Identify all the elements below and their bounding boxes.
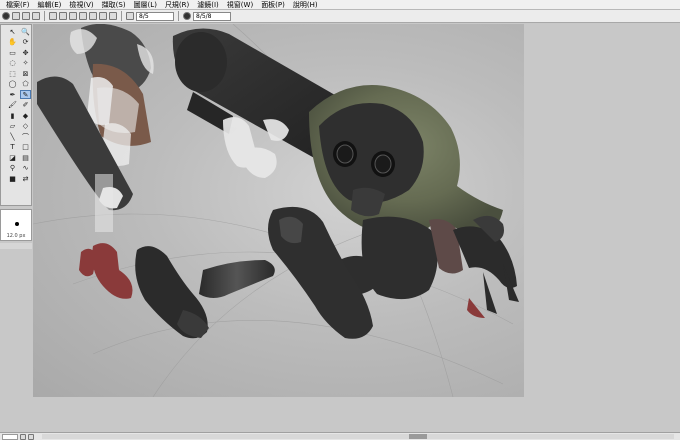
drawing-canvas[interactable] <box>33 24 524 397</box>
menu-select[interactable]: 擷取(S) <box>98 0 130 10</box>
brush-preset-icon[interactable] <box>126 12 134 20</box>
menu-help[interactable]: 說明(H) <box>289 0 322 10</box>
menu-ruler[interactable]: 尺規(R) <box>161 0 193 10</box>
pen-icon[interactable]: ✒ <box>7 90 18 99</box>
horizontal-scrollbar[interactable] <box>42 434 674 439</box>
text-icon[interactable]: T <box>7 143 18 152</box>
workspace <box>33 24 680 434</box>
polygon-icon[interactable]: ⬠ <box>20 80 31 89</box>
opacity-field[interactable]: 8/5/8 <box>193 11 231 21</box>
menu-window[interactable]: 視窗(W) <box>223 0 257 10</box>
curve-icon[interactable]: ⌒ <box>20 132 31 141</box>
toolbox-panel: ↖ 🔍 ✋ ⟳ ▭ ✥ ◌ ✧ ⬚ ⊠ ◯ ⬠ ✒ ✎ 🖌 ✐ ▮ ◆ ▱ ◇ ╲ ⌒ T □ ◪ ▤ ⚲ ∿ ■ ⇄ <box>0 24 32 206</box>
select-wand-icon[interactable]: ✧ <box>20 59 31 68</box>
divider <box>44 11 45 21</box>
color-icon[interactable] <box>183 12 191 20</box>
ellipse-icon[interactable]: ◯ <box>7 80 18 89</box>
brush-dot-icon <box>15 222 19 226</box>
scrollbar-thumb[interactable] <box>408 434 427 439</box>
eyedropper-icon[interactable]: ⚲ <box>7 164 18 173</box>
color-swap-icon[interactable]: ⇄ <box>20 174 31 183</box>
zoom-in-icon[interactable] <box>28 433 34 440</box>
rotate-icon[interactable]: ⟳ <box>20 38 31 47</box>
brush-preview-panel[interactable]: 12.0 px <box>0 209 32 241</box>
fg-bg-color-icon[interactable]: ■ <box>7 174 18 183</box>
marker-icon[interactable]: ▮ <box>7 111 18 120</box>
menu-panel[interactable]: 面板(P) <box>257 0 289 10</box>
cut-icon[interactable] <box>69 12 77 20</box>
divider <box>121 11 122 21</box>
paste-icon[interactable] <box>89 12 97 20</box>
artwork <box>33 24 519 397</box>
eraser-icon[interactable]: ▱ <box>7 122 18 131</box>
undo-icon[interactable] <box>49 12 57 20</box>
line-icon[interactable]: ╲ <box>7 132 18 141</box>
fill-icon[interactable] <box>99 12 107 20</box>
menu-edit[interactable]: 編輯(E) <box>34 0 66 10</box>
menu-file[interactable]: 檔案(F) <box>2 0 34 10</box>
status-bar <box>0 432 680 440</box>
crop-icon[interactable]: ⊠ <box>20 69 31 78</box>
smudge-icon[interactable]: ∿ <box>20 164 31 173</box>
white-hands <box>223 117 289 178</box>
zoom-icon[interactable]: 🔍 <box>20 27 31 36</box>
tool-options-bar: 8/5 8/5/8 <box>0 10 680 23</box>
menu-view[interactable]: 檢視(V) <box>65 0 97 10</box>
transform-icon[interactable] <box>109 12 117 20</box>
blur-icon[interactable]: ◇ <box>20 122 31 131</box>
save-icon[interactable] <box>32 12 40 20</box>
panel-grip[interactable] <box>0 243 32 249</box>
redo-icon[interactable] <box>59 12 67 20</box>
watercolor-icon[interactable]: ◆ <box>20 111 31 120</box>
brush-icon[interactable]: 🖌 <box>7 101 18 110</box>
select-lasso-icon[interactable]: ◌ <box>7 59 18 68</box>
pointer-icon[interactable]: ↖ <box>7 27 18 36</box>
menu-filter[interactable]: 濾鏡(I) <box>193 0 223 10</box>
rect-shape-icon[interactable]: □ <box>20 143 31 152</box>
app-icon[interactable] <box>2 12 10 20</box>
menu-bar: 檔案(F) 編輯(E) 檢視(V) 擷取(S) 圖層(L) 尺規(R) 濾鏡(I… <box>0 0 680 10</box>
hand-icon[interactable]: ✋ <box>7 38 18 47</box>
gradient-icon[interactable]: ▤ <box>20 153 31 162</box>
bucket-icon[interactable]: ◪ <box>7 153 18 162</box>
brush-size-field[interactable]: 8/5 <box>136 11 174 21</box>
copy-icon[interactable] <box>79 12 87 20</box>
pencil-icon[interactable]: ✎ <box>20 90 31 99</box>
open-file-icon[interactable] <box>22 12 30 20</box>
main-figure <box>135 85 519 339</box>
move-icon[interactable]: ✥ <box>20 48 31 57</box>
menu-layer[interactable]: 圖層(L) <box>130 0 161 10</box>
marquee-icon[interactable]: ⬚ <box>7 69 18 78</box>
divider <box>178 11 179 21</box>
zoom-field[interactable] <box>2 433 18 440</box>
zoom-out-icon[interactable] <box>20 433 26 440</box>
brush-size-label: 12.0 px <box>6 233 26 239</box>
tool-grid: ↖ 🔍 ✋ ⟳ ▭ ✥ ◌ ✧ ⬚ ⊠ ◯ ⬠ ✒ ✎ 🖌 ✐ ▮ ◆ ▱ ◇ ╲ ⌒ T □ ◪ ▤ ⚲ ∿ ■ ⇄ <box>1 25 31 184</box>
airbrush-icon[interactable]: ✐ <box>20 101 31 110</box>
new-file-icon[interactable] <box>12 12 20 20</box>
select-rect-icon[interactable]: ▭ <box>7 48 18 57</box>
